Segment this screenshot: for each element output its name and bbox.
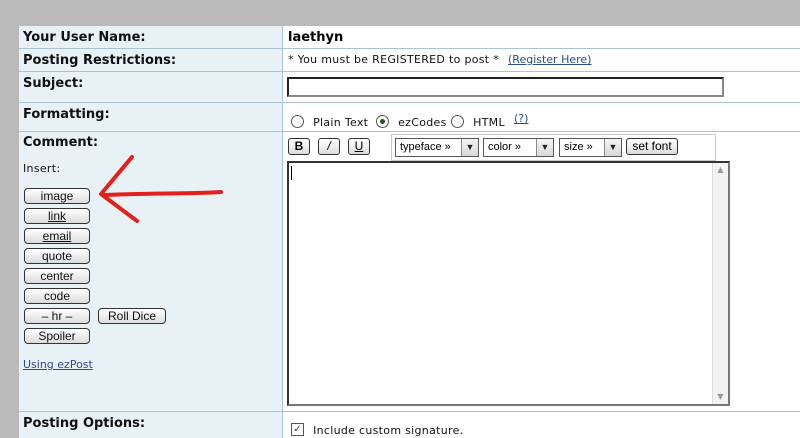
arrow-shaft xyxy=(101,190,223,197)
red-arrow-annotation xyxy=(99,155,223,223)
arrow-head xyxy=(99,155,139,223)
